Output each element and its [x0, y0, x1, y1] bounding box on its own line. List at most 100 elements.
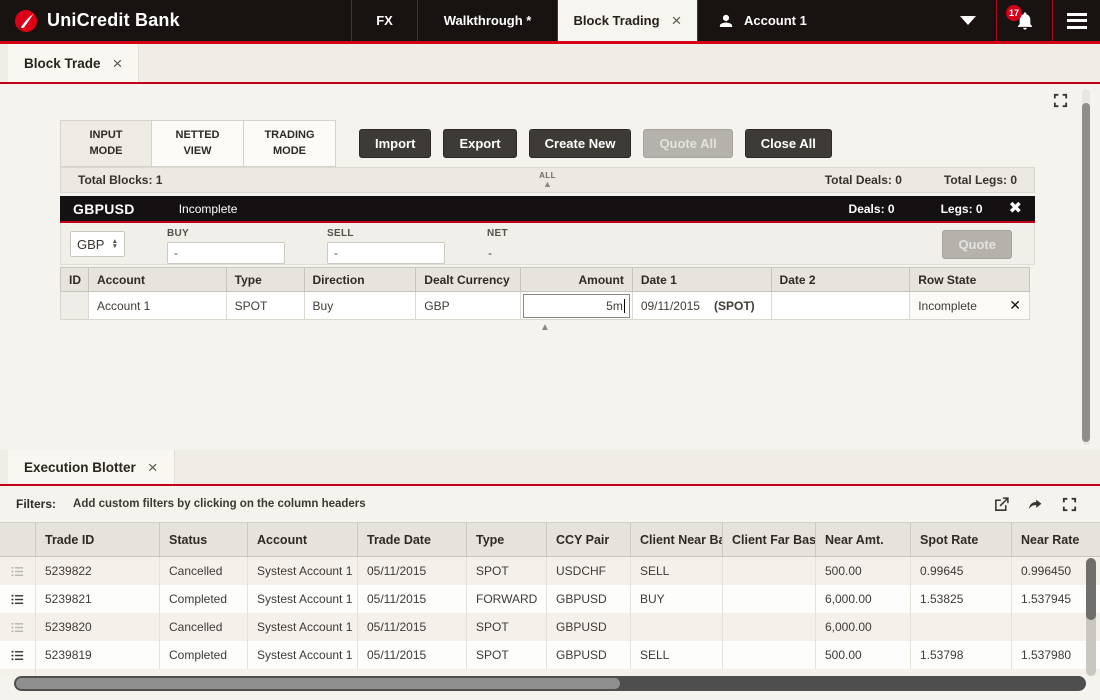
blotter-row[interactable]: 5239819 Completed Systest Account 1 05/1… [0, 641, 1100, 669]
blotter-row[interactable]: 5239820 Cancelled Systest Account 1 05/1… [0, 613, 1100, 641]
notifications-button[interactable]: 17 [997, 0, 1053, 41]
filters-hint: Add custom filters by clicking on the co… [73, 498, 366, 510]
cell-client-near-base: BUY [631, 585, 723, 613]
row-details-icon[interactable] [10, 648, 25, 663]
quote-button[interactable]: Quote [942, 230, 1012, 259]
hamburger-menu-button[interactable] [1053, 0, 1100, 41]
deal-cell-dealt-currency[interactable]: GBP [416, 292, 522, 319]
total-blocks: Total Blocks: 1 [78, 173, 163, 187]
close-all-button[interactable]: Close All [744, 129, 832, 158]
deal-cell-date1[interactable]: 09/11/2015 (SPOT) [632, 292, 772, 319]
buy-label: BUY [167, 228, 190, 239]
filters-label: Filters: [16, 497, 57, 511]
deal-cell-date2[interactable] [771, 292, 911, 319]
deal-cell-row-state: Incomplete ✕ [910, 292, 1029, 319]
fullscreen-icon[interactable] [1061, 496, 1078, 513]
amount-input[interactable]: 5m [523, 293, 630, 318]
block-card-gbpusd: GBPUSD Incomplete Deals: 0 Legs: 0 ✖ GBP… [60, 196, 1035, 333]
date1-tenor: (SPOT) [713, 298, 755, 313]
totals-bar: Total Blocks: 1 ALL ▲ Total Deals: 0 Tot… [60, 167, 1035, 193]
blotter-row[interactable]: 5239822 Cancelled Systest Account 1 05/1… [0, 557, 1100, 585]
deal-cell-direction[interactable]: Buy [304, 292, 417, 319]
net-value: - [488, 246, 492, 260]
col-type[interactable]: Type [467, 523, 547, 556]
col-trade-id[interactable]: Trade ID [36, 523, 160, 556]
cell-trade-date: 05/11/2015 [358, 585, 467, 613]
scrollbar-thumb[interactable] [16, 678, 620, 689]
col-client-far-base[interactable]: Client Far Base [723, 523, 816, 556]
notification-badge: 17 [1006, 5, 1022, 21]
col-near-amt[interactable]: Near Amt. [816, 523, 911, 556]
scrollbar-thumb[interactable] [1086, 558, 1096, 620]
deal-cell-amount: 5m [521, 292, 633, 319]
tab-block-trading[interactable]: Block Trading × [558, 0, 698, 41]
menu-fx-label: FX [376, 13, 393, 28]
import-button[interactable]: Import [359, 129, 432, 158]
block-header: GBPUSD Incomplete Deals: 0 Legs: 0 ✖ [60, 196, 1035, 223]
col-type: Type [227, 268, 305, 291]
quote-all-button[interactable]: Quote All [643, 129, 733, 158]
blotter-horizontal-scrollbar[interactable] [14, 676, 1086, 691]
close-icon[interactable]: × [113, 55, 123, 72]
fullscreen-icon[interactable] [1052, 92, 1069, 109]
net-field: NET - [487, 223, 508, 264]
tab-execution-blotter[interactable]: Execution Blotter × [8, 450, 175, 484]
col-client-near-base[interactable]: Client Near Base [631, 523, 723, 556]
cell-trade-id: 5239819 [36, 641, 160, 669]
spinner-arrows-icon: ▲ ▼ [111, 237, 118, 250]
row-details-icon[interactable] [10, 564, 25, 579]
cell-type: FORWARD [467, 585, 547, 613]
chevron-up-icon: ▲ [543, 178, 552, 189]
collapse-all-toggle[interactable]: ALL ▲ [539, 171, 556, 189]
col-direction: Direction [305, 268, 417, 291]
col-ccy-pair[interactable]: CCY Pair [547, 523, 631, 556]
cell-status: Completed [160, 641, 248, 669]
col-account[interactable]: Account [248, 523, 358, 556]
scrollbar-thumb[interactable] [1082, 103, 1090, 442]
chevron-down-icon [960, 16, 976, 25]
cell-type: SPOT [467, 641, 547, 669]
blotter-row[interactable]: 5239821 Completed Systest Account 1 05/1… [0, 585, 1100, 613]
col-near-rate[interactable]: Near Rate [1012, 523, 1100, 556]
blotter-vertical-scrollbar[interactable] [1086, 558, 1096, 676]
tab-trading-mode[interactable]: TRADING MODE [244, 120, 336, 167]
col-account: Account [89, 268, 227, 291]
panel-vertical-scrollbar[interactable] [1082, 89, 1090, 445]
close-block-icon[interactable]: ✖ [1009, 200, 1022, 217]
col-spot-rate[interactable]: Spot Rate [911, 523, 1012, 556]
tab-netted-view[interactable]: NETTED VIEW [152, 120, 244, 167]
total-deals: Total Deals: 0 [824, 173, 902, 187]
create-new-button[interactable]: Create New [528, 129, 632, 158]
share-icon[interactable] [1027, 496, 1044, 513]
col-dealt-currency: Dealt Currency [416, 268, 522, 291]
cell-spot-rate: 1.53825 [911, 585, 1012, 613]
cell-client-far-base [723, 557, 816, 585]
menu-walkthrough[interactable]: Walkthrough * [418, 0, 558, 41]
block-deals-count: Deals: 0 [848, 201, 895, 216]
deal-table-header: ID Account Type Direction Dealt Currency… [60, 267, 1030, 292]
delete-row-icon[interactable]: ✕ [1009, 297, 1021, 314]
sell-input[interactable]: - [327, 242, 445, 264]
col-status[interactable]: Status [160, 523, 248, 556]
cell-type: SPOT [467, 557, 547, 585]
cell-near-amt: 6,000.00 [816, 613, 911, 641]
row-details-icon[interactable] [10, 592, 25, 607]
tab-input-mode[interactable]: INPUT MODE [60, 120, 152, 167]
account-selector[interactable]: Account 1 [698, 0, 997, 41]
cell-trade-date: 05/11/2015 [358, 557, 467, 585]
tab-block-trade[interactable]: Block Trade × [8, 44, 140, 82]
export-button[interactable]: Export [443, 129, 517, 158]
collapse-block-toggle[interactable]: ▲ [60, 323, 1030, 333]
close-icon[interactable]: × [148, 459, 158, 476]
dealt-currency-select[interactable]: GBP ▲ ▼ [70, 231, 125, 257]
buy-input[interactable]: - [167, 242, 285, 264]
close-icon[interactable]: × [672, 12, 682, 29]
row-details-icon[interactable] [10, 620, 25, 635]
col-trade-date[interactable]: Trade Date [358, 523, 467, 556]
menu-fx[interactable]: FX [352, 0, 418, 41]
deal-cell-account[interactable]: Account 1 [88, 292, 227, 319]
open-in-new-window-icon[interactable] [993, 496, 1010, 513]
cell-status: Cancelled [160, 557, 248, 585]
cell-client-near-base [631, 613, 723, 641]
deal-cell-type[interactable]: SPOT [226, 292, 305, 319]
